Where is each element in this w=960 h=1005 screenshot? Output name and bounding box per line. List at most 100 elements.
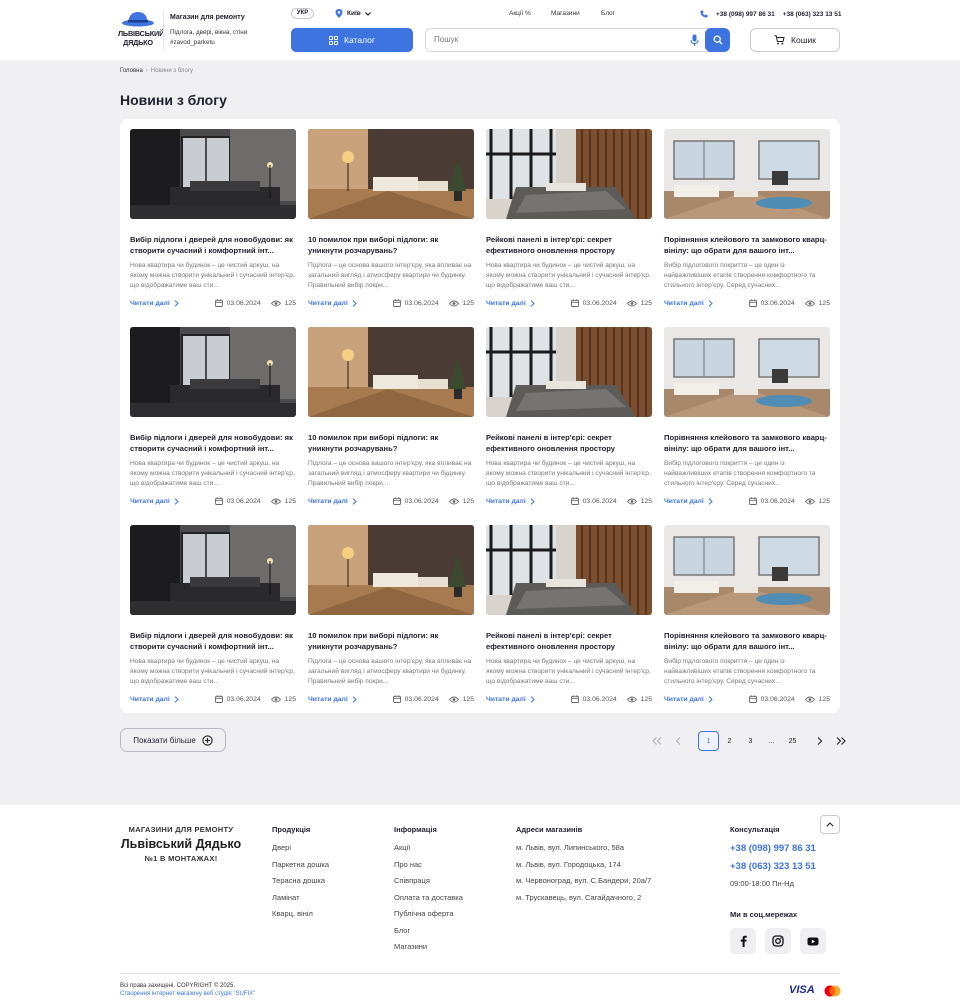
show-more-button[interactable]: Показати більше	[120, 728, 226, 752]
read-more-link[interactable]: Читати далі	[664, 696, 713, 703]
article-card[interactable]: Рейкові панелі в інтер'єрі: секрет ефект…	[486, 129, 652, 309]
article-title[interactable]: Порівняння клейового та замкового кварц-…	[664, 235, 830, 256]
breadcrumb-home[interactable]: Головна	[120, 68, 143, 74]
youtube-button[interactable]	[800, 928, 826, 954]
footer-link[interactable]: Блог	[394, 926, 463, 943]
article-image[interactable]	[486, 129, 652, 219]
chevron-right-icon	[530, 299, 535, 307]
facebook-button[interactable]	[730, 928, 756, 954]
article-image[interactable]	[130, 525, 296, 615]
last-page-button[interactable]	[830, 731, 851, 751]
city-selector[interactable]: Київ	[335, 9, 371, 18]
article-title[interactable]: Вибір підлоги і дверей для новобудови: я…	[130, 433, 296, 454]
catalog-button[interactable]: Каталог	[291, 28, 413, 52]
article-title[interactable]: Вибір підлоги і дверей для новобудови: я…	[130, 631, 296, 652]
read-more-link[interactable]: Читати далі	[308, 498, 357, 505]
footer-link[interactable]: Двері	[272, 843, 329, 860]
article-image[interactable]	[308, 129, 474, 219]
search-input[interactable]	[434, 35, 674, 44]
chevron-right-icon	[352, 299, 357, 307]
article-image[interactable]	[664, 129, 830, 219]
read-more-link[interactable]: Читати далі	[486, 498, 535, 505]
chevron-right-icon	[708, 695, 713, 703]
footer-link[interactable]: Ламінат	[272, 893, 329, 910]
language-switcher[interactable]: УКР	[291, 8, 314, 19]
calendar-icon	[214, 497, 223, 505]
footer-link[interactable]: Кварц. вініл	[272, 909, 329, 926]
read-more-link[interactable]: Читати далі	[130, 300, 179, 307]
article-card[interactable]: Порівняння клейового та замкового кварц-…	[664, 525, 830, 705]
footer-logo-name[interactable]: Львівський Дядько	[118, 837, 244, 851]
next-page-button[interactable]	[809, 731, 830, 751]
read-more-link[interactable]: Читати далі	[308, 696, 357, 703]
article-views: 125	[270, 300, 296, 307]
article-image[interactable]	[130, 129, 296, 219]
article-title[interactable]: Порівняння клейового та замкового кварц-…	[664, 433, 830, 454]
nav-link-blog[interactable]: Блог	[601, 10, 615, 17]
article-card[interactable]: 10 помилок при виборі підлоги: як уникну…	[308, 525, 474, 705]
article-title[interactable]: 10 помилок при виборі підлоги: як уникну…	[308, 631, 474, 652]
footer-link[interactable]: Оплата та доставка	[394, 893, 463, 910]
read-more-link[interactable]: Читати далі	[664, 300, 713, 307]
article-card[interactable]: Порівняння клейового та замкового кварц-…	[664, 327, 830, 507]
article-image[interactable]	[664, 525, 830, 615]
instagram-button[interactable]	[765, 928, 791, 954]
article-image[interactable]	[486, 327, 652, 417]
article-title[interactable]: Вибір підлоги і дверей для новобудови: я…	[130, 235, 296, 256]
article-card[interactable]: 10 помилок при виборі підлоги: як уникну…	[308, 129, 474, 309]
microphone-icon[interactable]	[690, 34, 699, 47]
article-title[interactable]: Рейкові панелі в інтер'єрі: секрет ефект…	[486, 235, 652, 256]
page-25-button[interactable]: 25	[782, 731, 803, 751]
article-image[interactable]	[664, 327, 830, 417]
article-image[interactable]	[130, 327, 296, 417]
search-button[interactable]	[705, 28, 730, 52]
article-card[interactable]: Рейкові панелі в інтер'єрі: секрет ефект…	[486, 525, 652, 705]
article-title[interactable]: Рейкові панелі в інтер'єрі: секрет ефект…	[486, 433, 652, 454]
footer-info-column: Інформація Акції Про нас Співпраця Оплат…	[394, 825, 463, 959]
scroll-to-top-button[interactable]	[820, 815, 840, 834]
read-more-link[interactable]: Читати далі	[664, 498, 713, 505]
footer-link[interactable]: Паркетна дошка	[272, 860, 329, 877]
footer-link[interactable]: Про нас	[394, 860, 463, 877]
article-title[interactable]: 10 помилок при виборі підлоги: як уникну…	[308, 433, 474, 454]
article-image[interactable]	[486, 525, 652, 615]
nav-link-stores[interactable]: Магазини	[551, 10, 580, 17]
page-1-button[interactable]: 1	[698, 731, 719, 751]
read-more-link[interactable]: Читати далі	[486, 696, 535, 703]
read-more-link[interactable]: Читати далі	[130, 498, 179, 505]
article-title[interactable]: Рейкові панелі в інтер'єрі: секрет ефект…	[486, 631, 652, 652]
page-3-button[interactable]: 3	[740, 731, 761, 751]
article-card[interactable]: Порівняння клейового та замкового кварц-…	[664, 129, 830, 309]
article-card[interactable]: Вибір підлоги і дверей для новобудови: я…	[130, 327, 296, 507]
article-card[interactable]: Вибір підлоги і дверей для новобудови: я…	[130, 525, 296, 705]
article-card[interactable]: 10 помилок при виборі підлоги: як уникну…	[308, 327, 474, 507]
article-title[interactable]: Порівняння клейового та замкового кварц-…	[664, 631, 830, 652]
article-card[interactable]: Рейкові панелі в інтер'єрі: секрет ефект…	[486, 327, 652, 507]
prev-page-button[interactable]	[667, 731, 688, 751]
footer-link[interactable]: Акції	[394, 843, 463, 860]
article-image[interactable]	[308, 525, 474, 615]
header-phone-2[interactable]: +38 (063) 323 13 51	[783, 11, 842, 18]
cart-button[interactable]: Кошик	[750, 28, 840, 52]
footer-addresses-title: Адреси магазинів	[516, 825, 583, 834]
read-more-link[interactable]: Читати далі	[308, 300, 357, 307]
page-2-button[interactable]: 2	[719, 731, 740, 751]
read-more-link[interactable]: Читати далі	[130, 696, 179, 703]
article-date-value: 03.06.2024	[760, 695, 795, 703]
studio-link[interactable]: Створення інтернет магазину веб студія "…	[120, 991, 255, 999]
nav-link-promotions[interactable]: Акції %	[509, 10, 531, 17]
article-image[interactable]	[308, 327, 474, 417]
first-page-button[interactable]	[646, 731, 667, 751]
article-card[interactable]: Вибір підлоги і дверей для новобудови: я…	[130, 129, 296, 309]
footer-phone-2[interactable]: +38 (063) 323 13 51	[730, 861, 816, 879]
site-logo[interactable]: ЛЬВІВСЬКИЙ ДЯДЬКО	[118, 8, 164, 50]
article-meta: Читати далі 03.06.2024 125	[308, 497, 474, 505]
footer-link[interactable]: Терасна дошка	[272, 876, 329, 893]
footer-link[interactable]: Співпраця	[394, 876, 463, 893]
article-title[interactable]: 10 помилок при виборі підлоги: як уникну…	[308, 235, 474, 256]
read-more-link[interactable]: Читати далі	[486, 300, 535, 307]
footer-link[interactable]: Публічна оферта	[394, 909, 463, 926]
footer-link[interactable]: Магазини	[394, 942, 463, 959]
header-phone-1[interactable]: +38 (098) 997 86 31	[716, 11, 775, 18]
footer-phone-1[interactable]: +38 (098) 997 86 31	[730, 843, 816, 861]
